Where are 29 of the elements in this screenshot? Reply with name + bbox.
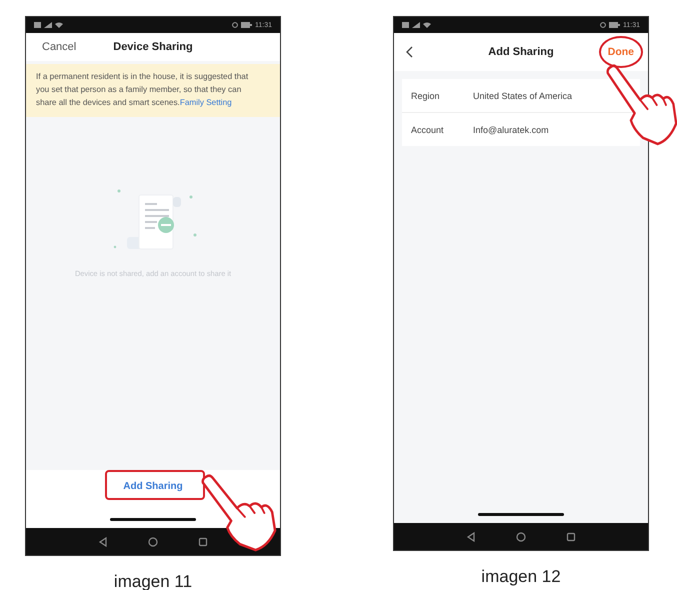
- done-button[interactable]: Done: [608, 44, 634, 60]
- battery-icon: [609, 22, 620, 28]
- home-nav-icon[interactable]: [516, 532, 526, 542]
- signal-icon: [412, 22, 420, 28]
- sim-icon: [34, 22, 41, 28]
- family-setting-link[interactable]: Family Setting: [180, 98, 232, 107]
- battery-icon: [241, 22, 252, 28]
- home-nav-icon[interactable]: [148, 536, 158, 546]
- cancel-button[interactable]: Cancel: [42, 39, 76, 55]
- alarm-icon: [232, 22, 238, 28]
- notice-text: If a permanent resident is in the house, it is suggested that you set that person as a family member, so that they can share all the devices and smart scenes.Family Setting: [36, 72, 248, 107]
- signal-icon: [44, 22, 52, 28]
- field-value: United States of America: [473, 90, 572, 100]
- recents-nav-icon[interactable]: [566, 532, 576, 542]
- wifi-icon: [423, 22, 431, 28]
- figure-caption: imagen 12: [481, 567, 561, 587]
- field-label: Account: [411, 124, 445, 134]
- back-nav-icon[interactable]: [98, 536, 108, 546]
- alarm-icon: [600, 22, 606, 28]
- screen-title: Add Sharing: [488, 46, 554, 58]
- field-value: Info@aluratek.com: [473, 124, 549, 134]
- field-label: Region: [411, 90, 441, 100]
- screen-title: Device Sharing: [113, 41, 193, 53]
- add-sharing-button[interactable]: Add Sharing: [113, 477, 193, 496]
- back-button[interactable]: [406, 46, 413, 58]
- sim-icon: [402, 22, 409, 28]
- wifi-icon: [55, 22, 63, 28]
- recents-nav-icon[interactable]: [198, 536, 208, 546]
- back-nav-icon[interactable]: [466, 532, 476, 542]
